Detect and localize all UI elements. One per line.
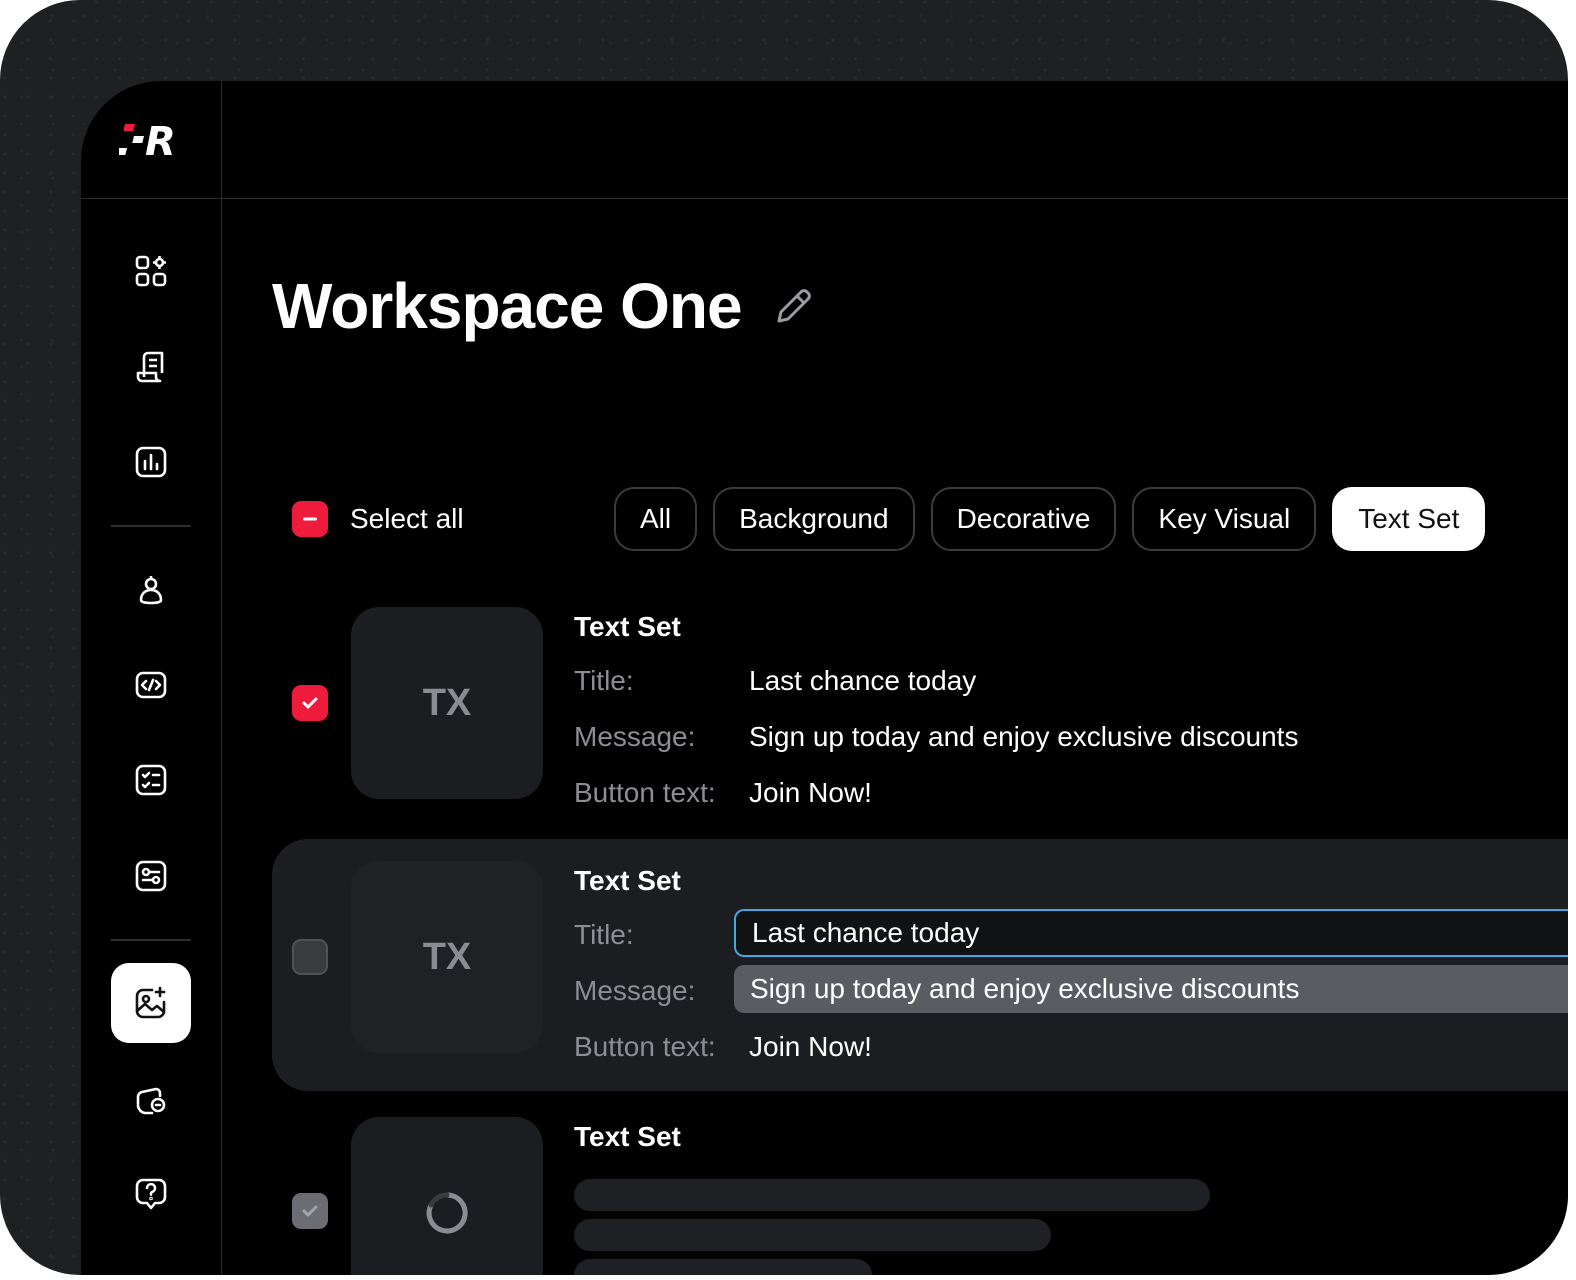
- field-label: Message:: [574, 721, 696, 752]
- field-label: Button text:: [574, 777, 716, 808]
- item-info: Text Set Title: Last chance today Messag…: [574, 611, 1298, 808]
- sidebar-divider-2: [111, 939, 191, 941]
- title-row: Workspace One: [272, 269, 818, 343]
- list-item-editing[interactable]: TX Text Set Title: Last chance today Mes…: [272, 839, 1568, 1091]
- field-button: Button text: Join Now!: [574, 777, 872, 809]
- field-title: Title:: [574, 919, 749, 951]
- logo[interactable]: R: [119, 117, 191, 167]
- field-value: Join Now!: [749, 777, 872, 808]
- rename-button[interactable]: [770, 282, 818, 330]
- list-item[interactable]: TX Text Set Title: Last chance today Mes…: [272, 607, 1568, 808]
- field-label: Title:: [574, 919, 634, 950]
- filter-text-set[interactable]: Text Set: [1332, 487, 1486, 551]
- settings-icon: [135, 860, 167, 892]
- field-button: Button text: Join Now!: [574, 1031, 872, 1063]
- device-frame: R Workspace One Select all All Backgroun…: [0, 0, 1568, 1275]
- button-text-value[interactable]: Join Now!: [749, 1031, 872, 1063]
- message-input[interactable]: Sign up today and enjoy exclusive discou…: [734, 965, 1568, 1013]
- field-label: Title:: [574, 665, 634, 696]
- field-message: Message:: [574, 975, 749, 1007]
- item-checkbox[interactable]: [292, 685, 328, 721]
- nav-settings[interactable]: [111, 836, 191, 916]
- field-value: Sign up today and enjoy exclusive discou…: [749, 721, 1299, 752]
- filter-key-visual[interactable]: Key Visual: [1132, 487, 1317, 551]
- nav-image-generator[interactable]: [111, 963, 191, 1043]
- filter-tabs: All Background Decorative Key Visual Tex…: [614, 487, 1486, 551]
- image-magic-icon: [135, 986, 166, 1019]
- minus-icon: [303, 517, 317, 521]
- field-label: Button text:: [574, 1031, 716, 1062]
- filter-all[interactable]: All: [614, 487, 698, 551]
- nav-help[interactable]: [111, 1154, 191, 1234]
- nav-scripts[interactable]: [111, 327, 191, 407]
- select-all-label: Select all: [350, 503, 464, 534]
- select-all-checkbox[interactable]: [292, 501, 328, 537]
- loading-spinner-icon: [426, 1192, 468, 1234]
- field-label: Message:: [574, 975, 696, 1006]
- check-icon: [302, 697, 318, 709]
- filter-background[interactable]: Background: [713, 487, 915, 551]
- nav-dashboard[interactable]: [111, 231, 191, 311]
- page-title: Workspace One: [272, 270, 743, 342]
- nav-code[interactable]: [111, 645, 191, 725]
- toolbar: Select all All Background Decorative Key…: [292, 487, 1522, 551]
- app-window: R Workspace One Select all All Backgroun…: [81, 81, 1568, 1275]
- script-icon: [136, 351, 164, 383]
- wallet-icon: [136, 1087, 166, 1115]
- item-checkbox[interactable]: [292, 939, 328, 975]
- item-thumbnail: [351, 1117, 543, 1275]
- nav-users[interactable]: [111, 550, 191, 630]
- skeleton-line: [574, 1219, 1051, 1251]
- item-type: Text Set: [574, 1121, 681, 1152]
- sidebar-divider: [111, 525, 191, 527]
- item-info: Text Set Title: Last chance today Messag…: [574, 865, 1568, 1062]
- analytics-icon: [135, 446, 167, 478]
- checklist-icon: [135, 764, 167, 796]
- field-value: Last chance today: [749, 665, 977, 696]
- dashboard-icon: [135, 255, 167, 287]
- logo-letter: R: [145, 119, 176, 165]
- nav-checklist[interactable]: [111, 740, 191, 820]
- skeleton-line: [574, 1259, 872, 1275]
- code-icon: [135, 671, 167, 699]
- check-icon: [302, 1205, 318, 1217]
- title-input[interactable]: Last chance today: [734, 909, 1568, 957]
- list-item-loading[interactable]: Text Set: [272, 1117, 1568, 1275]
- pencil-icon: [777, 289, 811, 323]
- item-checkbox[interactable]: [292, 1193, 328, 1229]
- item-thumbnail: TX: [351, 607, 543, 799]
- select-all[interactable]: Select all: [292, 487, 464, 551]
- main-content: Workspace One Select all All Background: [222, 199, 1568, 1275]
- field-title: Title: Last chance today: [574, 665, 976, 697]
- filter-decorative[interactable]: Decorative: [930, 487, 1117, 551]
- item-type: Text Set: [574, 865, 681, 896]
- field-message: Message: Sign up today and enjoy exclusi…: [574, 721, 1298, 753]
- nav-analytics[interactable]: [111, 422, 191, 502]
- help-icon: [135, 1178, 167, 1210]
- item-thumbnail: TX: [351, 861, 543, 1053]
- item-info: Text Set: [574, 1121, 1210, 1275]
- item-type: Text Set: [574, 611, 681, 642]
- sidebar: R: [81, 81, 222, 1275]
- nav-wallet[interactable]: [111, 1059, 191, 1139]
- logo-mark-icon: [119, 124, 145, 155]
- user-icon: [139, 576, 163, 605]
- skeleton-line: [574, 1179, 1210, 1211]
